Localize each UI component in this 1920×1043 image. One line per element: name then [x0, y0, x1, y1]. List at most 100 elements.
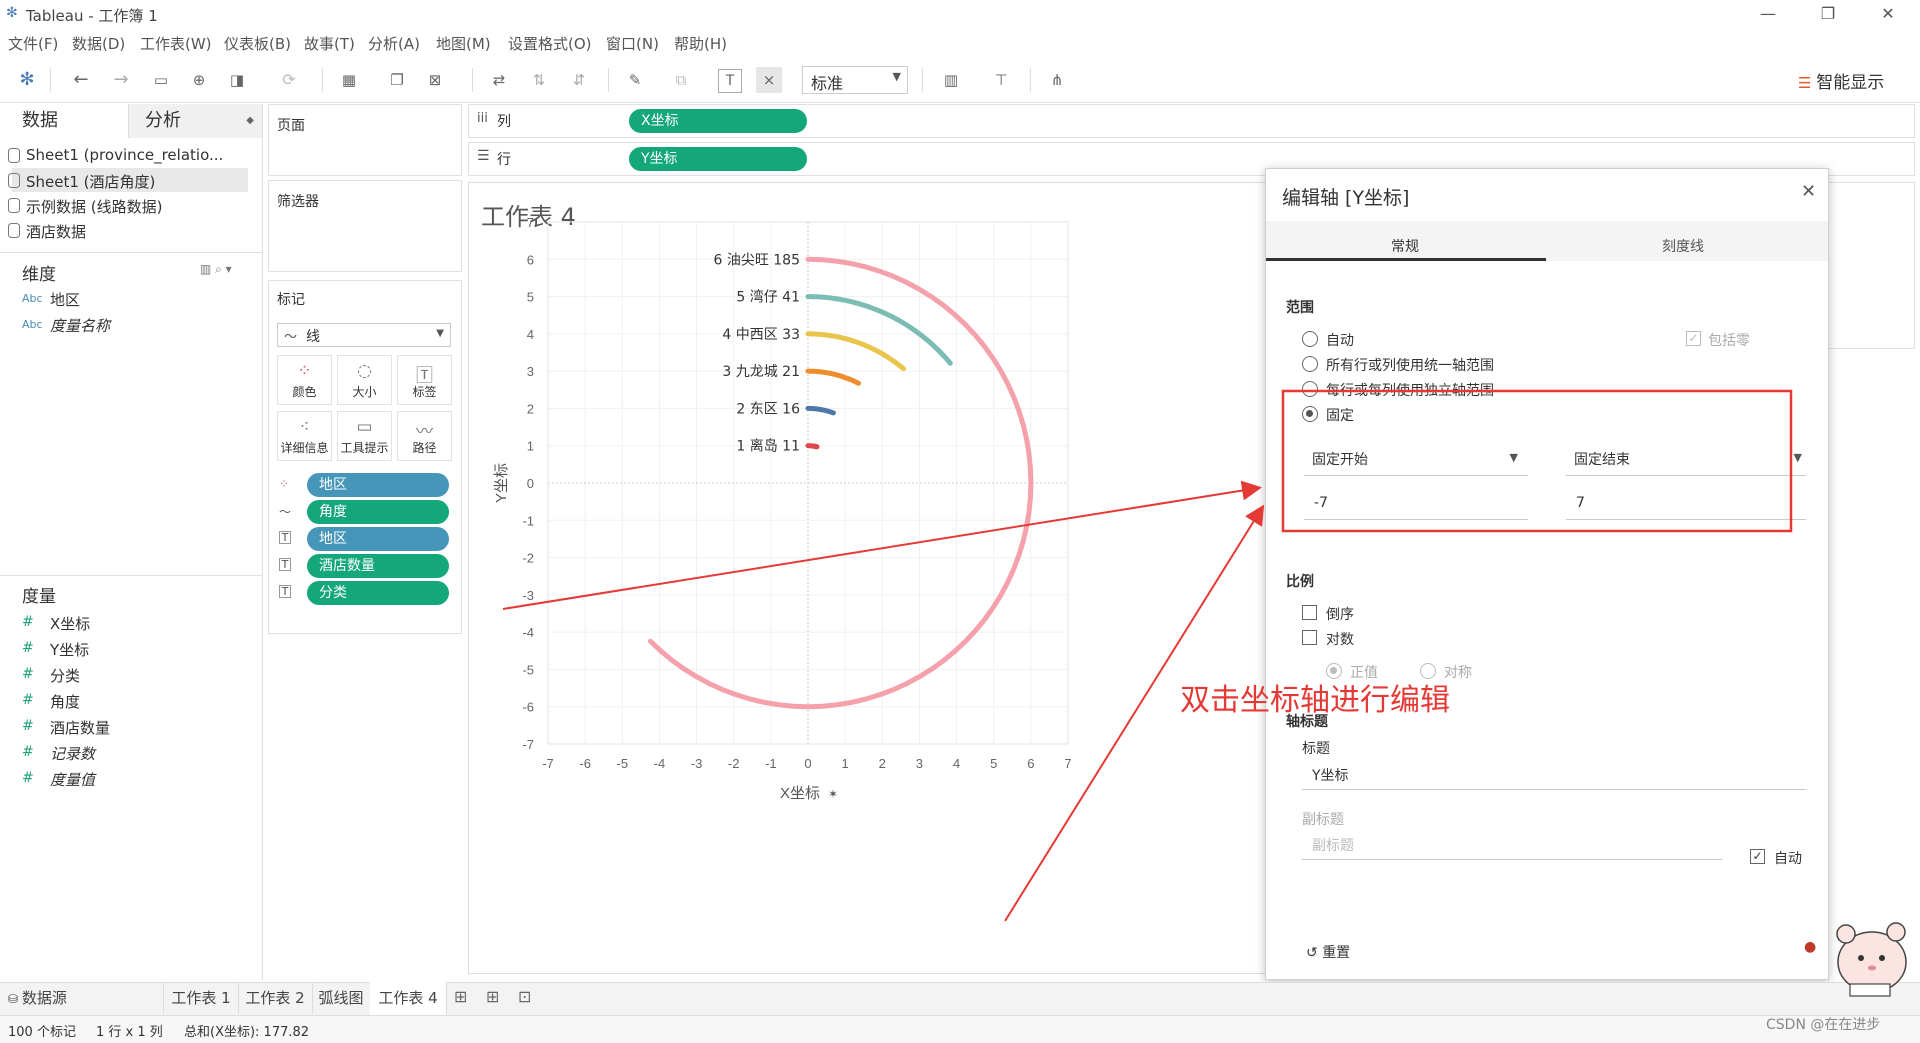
color-button[interactable]: ⁘ 颜色 — [277, 355, 332, 405]
columns-shelf[interactable]: iii 列 X坐标 — [468, 104, 1915, 138]
positive-label: 正值 — [1350, 665, 1378, 681]
menu-dashboard[interactable]: 仪表板(B) — [224, 33, 291, 54]
label-button[interactable]: 🅃 标签 — [397, 355, 452, 405]
share-icon[interactable]: ⋔ — [1044, 67, 1070, 93]
y-axis-title[interactable]: Y坐标 — [493, 463, 510, 503]
fix-axes-icon[interactable]: ⨯ — [756, 67, 782, 93]
show-cards-icon[interactable]: ▥ — [938, 67, 964, 93]
clear-sheet-icon[interactable]: ⊠ — [422, 67, 448, 93]
new-dashboard-icon[interactable]: ⊞ — [486, 987, 499, 1006]
subtitle-auto-checkbox[interactable]: ✓ — [1750, 849, 1765, 864]
sheet-tab[interactable]: 工作表 1 — [164, 982, 239, 1014]
new-worksheet-icon[interactable]: ⊞ — [454, 987, 467, 1006]
mark-pill-region-color[interactable]: 地区 — [307, 473, 449, 497]
close-icon[interactable]: ✕ — [1801, 181, 1816, 202]
tab-analysis[interactable]: 分析 ◆ — [128, 104, 262, 138]
datasource-item-selected[interactable]: Sheet1 (酒店角度) — [8, 171, 155, 192]
undo-icon[interactable]: ← — [68, 67, 94, 93]
restore-button[interactable]: ❐ — [1808, 2, 1848, 26]
detail-button[interactable]: ⁖ 详细信息 — [277, 411, 332, 461]
reset-button[interactable]: ↺ 重置 — [1306, 942, 1350, 962]
menu-data[interactable]: 数据(D) — [72, 33, 125, 54]
tab-data[interactable]: 数据 — [0, 104, 128, 138]
redo-icon[interactable]: → — [108, 67, 134, 93]
field-measure[interactable]: 分类 — [50, 665, 80, 686]
field-measure[interactable]: X坐标 — [50, 613, 90, 634]
new-sheet-icon[interactable]: ▦ — [336, 67, 362, 93]
fixed-end-input[interactable]: 7 — [1566, 487, 1806, 520]
datasource-item[interactable]: 酒店数据 — [8, 221, 86, 242]
axis-subtitle-input[interactable]: 副标题 — [1302, 829, 1722, 860]
reversed-checkbox[interactable] — [1302, 605, 1317, 620]
tab-datasource[interactable]: ⛁ 数据源 — [0, 982, 164, 1014]
include-zero-checkbox[interactable]: ✓ — [1686, 331, 1701, 346]
menu-analysis[interactable]: 分析(A) — [368, 33, 420, 54]
field-measure[interactable]: 酒店数量 — [50, 717, 110, 738]
tableau-home-icon[interactable]: ✻ — [14, 67, 40, 93]
fixed-start-select[interactable]: 固定开始 ▼ — [1304, 441, 1528, 476]
datasource-item[interactable]: 示例数据 (线路数据) — [8, 196, 162, 217]
duplicate-sheet-icon[interactable]: ❐ — [384, 67, 410, 93]
fixed-end-select[interactable]: 固定结束 ▼ — [1566, 441, 1806, 476]
fixed-start-input[interactable]: -7 — [1304, 487, 1528, 520]
menu-help[interactable]: 帮助(H) — [674, 33, 727, 54]
menu-worksheet[interactable]: 工作表(W) — [140, 33, 212, 54]
mark-type-select[interactable]: 〜 线 ▼ — [277, 323, 451, 347]
sheet-tab[interactable]: 弧线图 — [312, 982, 371, 1014]
mark-pill-category[interactable]: 分类 — [307, 581, 449, 605]
field-dimension[interactable]: 地区 — [50, 289, 80, 310]
group-icon[interactable]: ⧉ — [668, 67, 694, 93]
presentation-icon[interactable]: ⊤ — [988, 67, 1014, 93]
refresh-icon[interactable]: ⟳ — [276, 67, 302, 93]
size-button[interactable]: ◌ 大小 — [337, 355, 392, 405]
swap-icon[interactable]: ⇄ — [486, 67, 512, 93]
tab-ticks[interactable]: 刻度线 — [1662, 236, 1704, 256]
pages-card[interactable]: 页面 — [268, 104, 462, 176]
tab-general[interactable]: 常规 — [1391, 236, 1419, 256]
tooltip-button[interactable]: ▭ 工具提示 — [337, 411, 392, 461]
minimize-button[interactable]: — — [1748, 2, 1788, 26]
columns-icon: iii — [477, 111, 488, 126]
field-measure[interactable]: 度量值 — [50, 769, 95, 790]
sheet-tab[interactable]: 工作表 2 — [238, 982, 313, 1014]
show-labels-icon[interactable]: T — [718, 69, 742, 93]
mark-pill-region-label[interactable]: 地区 — [307, 527, 449, 551]
rows-pill-y[interactable]: Y坐标 — [629, 147, 807, 171]
radio-fixed[interactable] — [1302, 406, 1318, 422]
filters-card[interactable]: 筛选器 — [268, 180, 462, 272]
radio-auto[interactable] — [1302, 331, 1318, 347]
sort-asc-icon[interactable]: ⇅ — [526, 67, 552, 93]
fit-select[interactable]: 标准 ▼ — [802, 66, 908, 94]
field-measure[interactable]: 记录数 — [50, 743, 95, 764]
close-window-button[interactable]: ✕ — [1868, 2, 1908, 26]
mark-pill-hotel-count[interactable]: 酒店数量 — [307, 554, 449, 578]
sort-desc-icon[interactable]: ⇵ — [566, 67, 592, 93]
field-dimension[interactable]: 度量名称 — [50, 315, 110, 336]
save-icon[interactable]: ▭ — [148, 67, 174, 93]
new-story-icon[interactable]: ⊡ — [518, 987, 531, 1006]
field-measure[interactable]: Y坐标 — [50, 639, 89, 660]
x-axis-title[interactable]: X坐标 — [780, 785, 820, 802]
path-button[interactable]: 〰路径 — [397, 411, 452, 461]
menu-file[interactable]: 文件(F) — [8, 33, 58, 54]
sheet-tab-active[interactable]: 工作表 4 — [370, 982, 447, 1016]
menu-map[interactable]: 地图(M) — [436, 33, 491, 54]
pause-update-icon[interactable]: ◨ — [224, 67, 250, 93]
menu-story[interactable]: 故事(T) — [304, 33, 355, 54]
radio-uniform[interactable] — [1302, 356, 1318, 372]
menu-window[interactable]: 窗口(N) — [606, 33, 659, 54]
smart-show-button[interactable]: ☰ 智能显示 — [1798, 68, 1884, 93]
log-checkbox[interactable] — [1302, 630, 1317, 645]
highlight-icon[interactable]: ✎ — [622, 67, 648, 93]
new-datasource-icon[interactable]: ⊕ — [186, 67, 212, 93]
radio-symmetric[interactable] — [1420, 663, 1436, 679]
datasource-item[interactable]: Sheet1 (province_relatio... — [8, 146, 223, 164]
axis-title-input[interactable]: Y坐标 — [1302, 759, 1806, 790]
mark-pill-angle-path[interactable]: 角度 — [307, 500, 449, 524]
field-measure[interactable]: 角度 — [50, 691, 80, 712]
radio-independent[interactable] — [1302, 381, 1318, 397]
radio-positive[interactable] — [1326, 663, 1342, 679]
columns-pill-x[interactable]: X坐标 — [629, 109, 807, 133]
menu-format[interactable]: 设置格式(O) — [508, 33, 592, 54]
view-options-icon[interactable]: ▥ ⌕ ▾ — [200, 262, 232, 277]
